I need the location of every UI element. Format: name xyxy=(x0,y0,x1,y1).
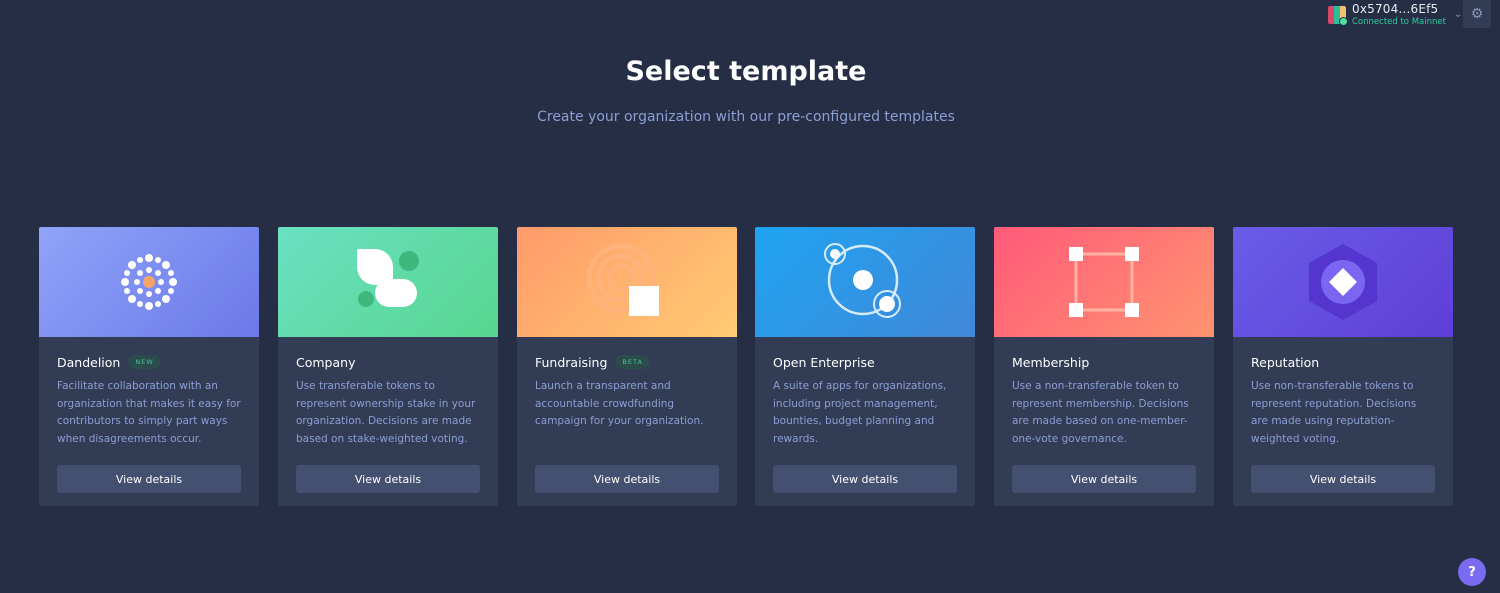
network-status: Connected to Mainnet xyxy=(1352,17,1446,27)
view-details-button-membership[interactable]: View details xyxy=(1012,465,1196,493)
chevron-down-icon: ⌄ xyxy=(1453,9,1463,20)
dandelion-illustration xyxy=(39,227,259,337)
open-enterprise-illustration xyxy=(755,227,975,337)
gear-icon: ⚙ xyxy=(1470,6,1484,22)
view-details-button-fundraising[interactable]: View details xyxy=(535,465,719,493)
reputation-icon xyxy=(1309,244,1377,320)
new-badge: NEW xyxy=(128,355,161,369)
view-details-button-company[interactable]: View details xyxy=(296,465,480,493)
membership-illustration xyxy=(994,227,1214,337)
page-subtitle: Create your organization with our pre-co… xyxy=(537,109,955,125)
template-description: Use non-transferable tokens to represent… xyxy=(1251,380,1417,445)
template-name: Company xyxy=(296,354,356,370)
template-name: Dandelion xyxy=(57,354,121,370)
help-icon: ? xyxy=(1468,564,1476,580)
view-details-button-reputation[interactable]: View details xyxy=(1251,465,1435,493)
template-card-membership[interactable]: Membership Use a non-transferable token … xyxy=(994,227,1214,506)
fundraising-icon xyxy=(587,243,659,316)
dandelion-icon xyxy=(121,254,177,310)
page-title: Select template xyxy=(625,56,867,87)
view-details-button-open-enterprise[interactable]: View details xyxy=(773,465,957,493)
identicon-avatar xyxy=(1328,6,1348,26)
template-description: Use transferable tokens to represent own… xyxy=(296,380,476,445)
template-name: Membership xyxy=(1012,354,1090,370)
reputation-illustration xyxy=(1233,227,1453,337)
template-card-open-enterprise[interactable]: Open Enterprise A suite of apps for orga… xyxy=(755,227,975,506)
template-card-company[interactable]: Company Use transferable tokens to repre… xyxy=(278,227,498,506)
settings-button[interactable]: ⚙ xyxy=(1463,0,1491,28)
template-name: Reputation xyxy=(1251,354,1320,370)
company-icon xyxy=(357,249,419,307)
open-enterprise-icon xyxy=(824,243,901,318)
template-card-dandelion[interactable]: Dandelion NEW Facilitate collaboration w… xyxy=(39,227,259,506)
template-description: A suite of apps for organizations, inclu… xyxy=(773,380,947,445)
beta-badge: BETA xyxy=(615,355,650,369)
company-illustration xyxy=(278,227,498,337)
account-address: 0x5704...6Ef5 xyxy=(1352,2,1439,16)
membership-icon xyxy=(1069,247,1139,317)
help-button[interactable]: ? xyxy=(1458,558,1486,586)
view-details-button-dandelion[interactable]: View details xyxy=(57,465,241,493)
template-description: Facilitate collaboration with an organiz… xyxy=(57,380,241,445)
account-selector[interactable]: 0x5704...6Ef5 Connected to Mainnet ⌄ xyxy=(1328,3,1462,27)
template-card-reputation[interactable]: Reputation Use non-transferable tokens t… xyxy=(1233,227,1453,506)
template-name: Open Enterprise xyxy=(773,354,875,370)
template-name: Fundraising xyxy=(535,354,608,370)
fundraising-illustration xyxy=(517,227,737,337)
template-description: Use a non-transferable token to represen… xyxy=(1012,380,1189,445)
template-card-fundraising[interactable]: Fundraising BETA Launch a transparent an… xyxy=(517,227,737,506)
template-description: Launch a transparent and accountable cro… xyxy=(535,380,704,427)
